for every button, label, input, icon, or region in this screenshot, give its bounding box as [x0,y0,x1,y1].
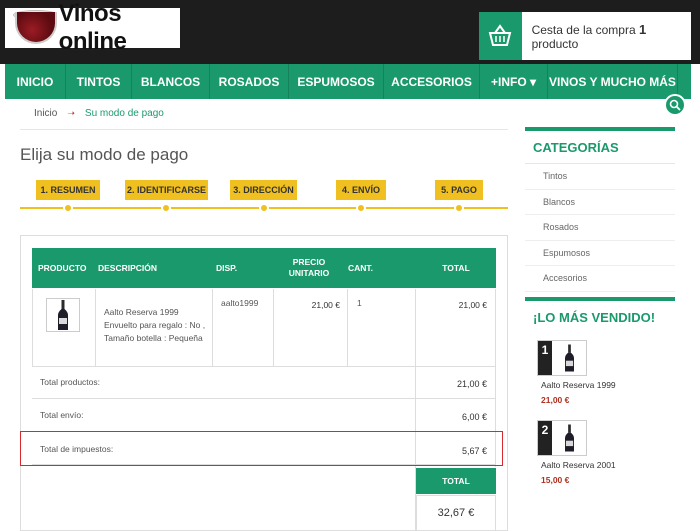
nav-item-blancos[interactable]: BLANCOS [132,64,210,99]
wine-bottle-icon [552,341,586,375]
category-item[interactable]: Espumosos [525,241,675,266]
th-total: TOTAL [442,262,470,273]
cart-prefix: Cesta de la compra [531,22,636,37]
step-envio[interactable]: 4. ENVÍO [336,180,386,200]
categories-title: CATEGORÍAS [525,131,675,164]
cart-summary[interactable]: Cesta de la compra 1 producto [479,12,691,60]
rank-badge: 1 [538,341,552,375]
cart-suffix: producto [531,36,579,51]
divider [347,289,348,367]
category-item[interactable]: Blancos [525,190,675,215]
nav-item-accesorios[interactable]: ACCESORIOS [384,64,480,99]
wine-bottle-icon [552,421,586,455]
unit-price: 21,00 € [311,300,340,310]
bestseller-name[interactable]: Aalto Reserva 2001 [541,460,677,470]
total-products-label: Total productos: [40,377,101,387]
step-direccion[interactable]: 3. DIRECCIÓN [230,180,297,200]
product-thumbnail[interactable]: 2 [537,420,587,456]
page-title: Elija su modo de pago [20,145,189,164]
product-ref: aalto1999 [221,298,259,308]
wine-bottle-icon [58,300,68,330]
site-logo[interactable]: Vinos online [5,0,180,55]
breadcrumb-current: Su modo de pago [84,108,164,119]
site-header: Vinos online Cesta de la compra 1 produc… [0,0,700,64]
rank-badge: 2 [538,421,552,455]
nav-item-rosados[interactable]: ROSADOS [210,64,289,99]
step-resumen[interactable]: 1. RESUMEN [36,180,100,200]
divider [95,289,96,367]
category-item[interactable]: Rosados [525,215,675,241]
th-cant: CANT. [348,262,374,273]
category-item[interactable]: Accesorios [525,266,675,292]
step-dot [161,203,171,213]
nav-item-tintos[interactable]: TINTOS [66,64,132,99]
main-nav: INICIO TINTOS BLANCOS ROSADOS ESPUMOSOS … [5,64,691,99]
divider [20,129,508,130]
step-dot [454,203,464,213]
product-description: Aalto Reserva 1999 Envuelto para regalo … [104,307,206,343]
search-button[interactable] [664,94,686,116]
highlight-box [20,431,503,466]
step-identificarse[interactable]: 2. IDENTIFICARSE [125,180,208,200]
nav-item-info[interactable]: +INFO ▾ [480,64,548,99]
logo-text: Vinos online [58,0,127,55]
category-item[interactable]: Tintos [525,164,675,190]
nav-item-inicio[interactable]: INICIO [5,64,66,99]
total-products-value: 21,00 € [456,379,487,389]
row-total: 21,00 € [458,300,487,310]
grand-total-value: 32,67 € [416,495,496,531]
bestseller-price: 21,00 € [541,395,570,405]
bestseller-item[interactable]: 2 Aalto Reserva 2001 15,00 € [537,420,677,485]
th-producto: PRODUCTO [38,262,87,273]
divider [273,289,274,367]
step-dot [356,203,366,213]
product-thumbnail[interactable] [46,298,80,332]
divider [32,289,33,367]
categories-box: CATEGORÍAS Tintos Blancos Rosados Espumo… [525,127,675,292]
th-disp: DISP. [216,262,238,273]
basket-icon [479,12,522,60]
total-shipping-label: Total envío: [40,410,84,420]
total-shipping-value: 6,00 € [461,412,487,422]
bestsellers-title: ¡LO MÁS VENDIDO! [533,310,656,325]
step-dot [63,203,73,213]
arrow-right-icon: ➝ [67,108,75,118]
bestseller-name[interactable]: Aalto Reserva 1999 [541,380,677,390]
grand-total-label: TOTAL [416,468,496,494]
nav-item-espumosos[interactable]: ESPUMOSOS [289,64,384,99]
table-header: PRODUCTO DESCRIPCIÓN DISP. PRECIO UNITAR… [32,248,496,288]
th-precio-unitario: PRECIO UNITARIO [288,257,330,278]
breadcrumb: Inicio ➝ Su modo de pago [34,108,164,119]
th-descripcion: DESCRIPCIÓN [98,262,158,273]
nav-item-vinos-y-mucho-mas[interactable]: VINOS Y MUCHO MÁS [548,64,678,99]
quantity-value[interactable]: 1 [357,298,362,308]
breadcrumb-home[interactable]: Inicio [34,108,57,119]
bestseller-price: 15,00 € [541,475,570,485]
cart-count: 1 [639,21,647,37]
step-pago[interactable]: 5. PAGO [435,180,483,200]
cart-text: Cesta de la compra 1 producto [532,22,691,51]
search-icon [669,99,681,111]
bestseller-item[interactable]: 1 Aalto Reserva 1999 21,00 € [537,340,677,405]
product-thumbnail[interactable]: 1 [537,340,587,376]
step-dot [259,203,269,213]
bestsellers-box: ¡LO MÁS VENDIDO! [525,297,675,333]
wine-glass-icon [5,8,57,48]
